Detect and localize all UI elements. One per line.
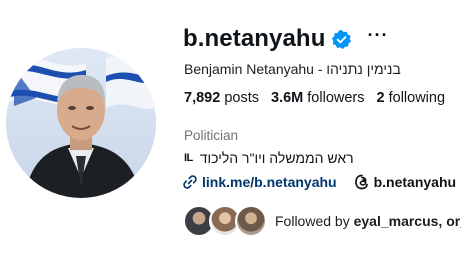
- followed-by-row[interactable]: Followed by eyal_marcus, or_c: [183, 205, 461, 237]
- username: b.netanyahu: [183, 25, 326, 52]
- posts-label: posts: [224, 90, 259, 106]
- username-row: b.netanyahu ···: [183, 24, 388, 54]
- followers-label: followers: [307, 90, 365, 106]
- links-row: link.me/b.netanyahu b.netanyahu: [182, 174, 456, 190]
- more-options-icon[interactable]: ···: [367, 26, 388, 44]
- threads-handle: b.netanyahu: [373, 174, 457, 190]
- flag-il-text: IL: [184, 152, 193, 164]
- following-stat[interactable]: 2 following: [377, 90, 446, 106]
- avatar-image: [6, 48, 156, 198]
- full-name: Benjamin Netanyahu - בנימין נתניהו: [184, 61, 401, 77]
- followers-stat[interactable]: 3.6M followers: [271, 90, 365, 106]
- bio: IL ראש הממשלה ויו"ר הליכוד: [184, 150, 354, 166]
- posts-stat: 7,892 posts: [184, 90, 259, 106]
- mutual-avatars: [183, 205, 269, 237]
- link-icon: [183, 175, 197, 189]
- posts-count: 7,892: [184, 90, 221, 106]
- following-label: following: [388, 90, 446, 106]
- bio-text: ראש הממשלה ויו"ר הליכוד: [199, 150, 354, 166]
- followed-by-names: eyal_marcus, or_c: [353, 213, 461, 229]
- profile-stats: 7,892 posts 3.6M followers 2 following: [184, 90, 457, 106]
- verified-badge-icon: [332, 29, 352, 49]
- followed-by-prefix: Followed by: [275, 213, 350, 229]
- threads-link[interactable]: b.netanyahu: [354, 174, 456, 190]
- profile-category: Politician: [184, 128, 239, 143]
- mutual-avatar: [235, 205, 267, 237]
- followers-count: 3.6M: [271, 90, 304, 106]
- following-count: 2: [376, 90, 385, 106]
- profile-avatar[interactable]: [6, 48, 156, 198]
- followed-by-text: Followed by eyal_marcus, or_c: [275, 213, 461, 229]
- website-link[interactable]: link.me/b.netanyahu: [182, 174, 337, 190]
- website-link-text: link.me/b.netanyahu: [202, 174, 337, 190]
- threads-icon: [354, 174, 368, 190]
